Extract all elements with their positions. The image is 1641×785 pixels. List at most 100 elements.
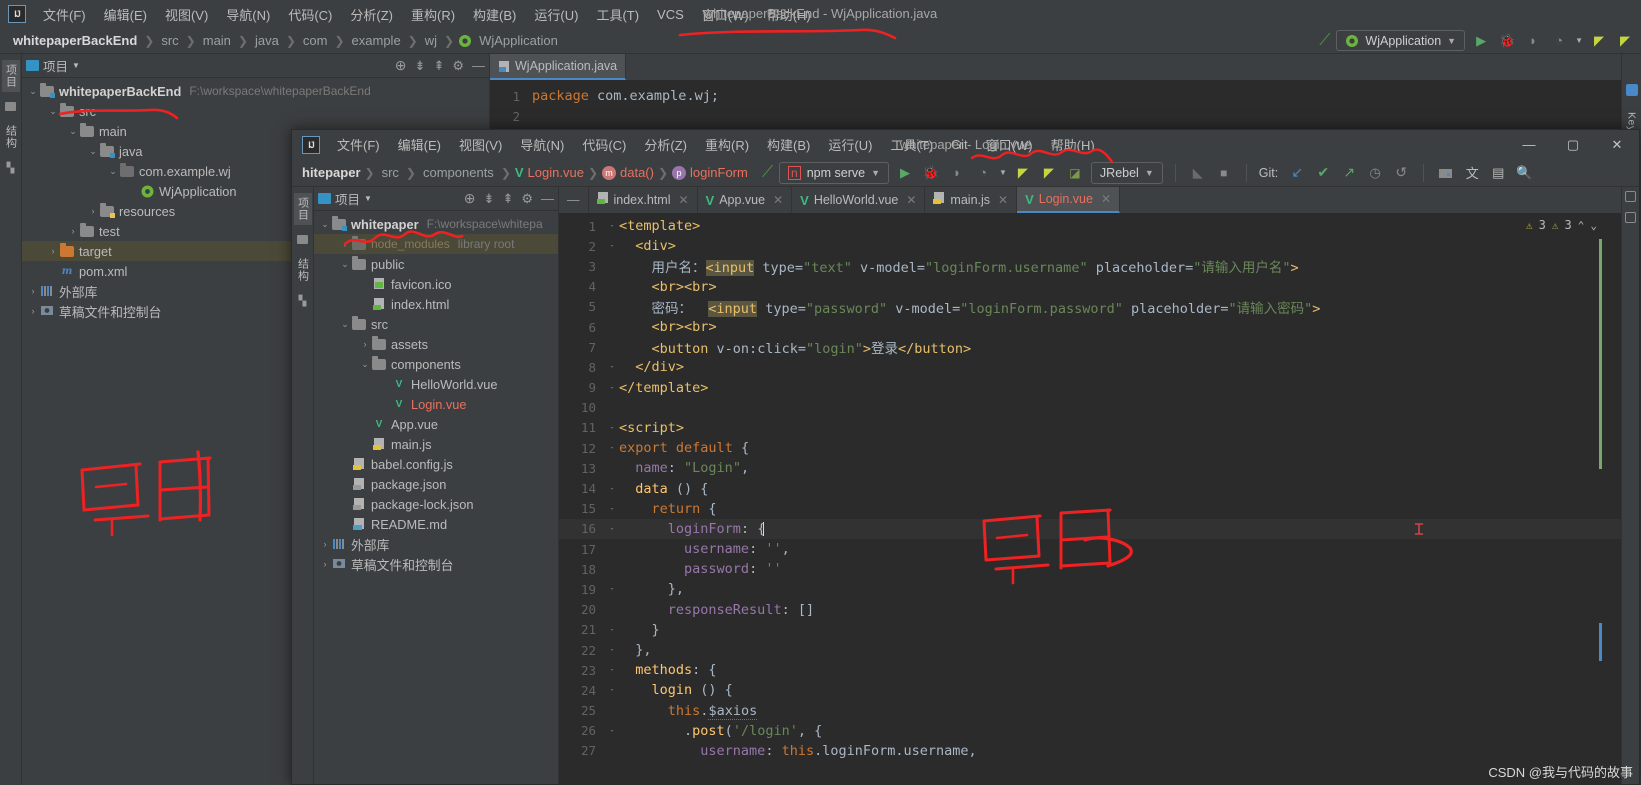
w2-menu-view[interactable]: 视图(V): [450, 132, 511, 157]
w2-menu-build[interactable]: 构建(B): [758, 132, 819, 157]
code-line[interactable]: 21- }: [559, 620, 1621, 640]
code-line[interactable]: 24- login () {: [559, 680, 1621, 700]
git-rollback-icon[interactable]: ↺: [1391, 163, 1411, 183]
code-fold-toggle[interactable]: -: [605, 504, 619, 514]
w2-tool-tab-structure[interactable]: 结构: [294, 254, 312, 286]
code-line[interactable]: 12- export default {: [559, 438, 1621, 458]
tree-node-src[interactable]: ⌄ src: [314, 314, 558, 334]
key-promoter-icon[interactable]: [1625, 84, 1638, 96]
code-line[interactable]: 26- .post('/login', {: [559, 721, 1621, 741]
chevron-down-icon[interactable]: ▼: [72, 61, 80, 70]
code-fold-toggle[interactable]: -: [605, 524, 619, 534]
hide-panel-icon[interactable]: —: [472, 58, 485, 73]
build-hammer-icon[interactable]: ⟋: [1319, 32, 1330, 50]
tree-expand-arrow[interactable]: ›: [26, 306, 40, 316]
tree-expand-arrow[interactable]: ›: [26, 286, 40, 296]
code-fold-toggle[interactable]: -: [605, 726, 619, 736]
editor-tab-login-vue[interactable]: V Login.vue ✕: [1017, 187, 1121, 213]
window2-project-tree[interactable]: ⌄ whitepaper F:\workspace\whitepa › node_mod…: [314, 211, 558, 784]
tree-expand-arrow[interactable]: ⌄: [338, 319, 352, 330]
gear-icon[interactable]: ⚙: [521, 191, 533, 207]
chevron-up-icon[interactable]: ⌃: [1578, 219, 1585, 232]
code-line[interactable]: 13 name: "Login",: [559, 458, 1621, 478]
menu-edit[interactable]: 编辑(E): [95, 2, 156, 27]
w2-menu-refactor[interactable]: 重构(R): [696, 132, 758, 157]
tree-expand-arrow[interactable]: ›: [318, 539, 332, 549]
settings-icon[interactable]: ▤: [1488, 163, 1508, 183]
maximize-button[interactable]: ▢: [1551, 130, 1595, 159]
profiler-icon[interactable]: ◔: [973, 163, 993, 183]
jrebel-debug-icon[interactable]: ◤: [1039, 163, 1059, 183]
tree-expand-arrow[interactable]: ›: [358, 419, 372, 429]
code-line[interactable]: 14- data () {: [559, 478, 1621, 498]
profiler-icon[interactable]: ◔: [1549, 31, 1569, 51]
tree-expand-arrow[interactable]: ›: [338, 519, 352, 529]
collapse-all-icon[interactable]: ⇞: [433, 58, 444, 74]
breadcrumb-com[interactable]: com: [300, 33, 331, 48]
editor-tab-index-html[interactable]: index.html ✕: [589, 187, 698, 213]
code-fold-toggle[interactable]: -: [605, 584, 619, 594]
w2-menu-file[interactable]: 文件(F): [328, 132, 389, 157]
code-line[interactable]: 17 username: '',: [559, 539, 1621, 559]
menu-navigate[interactable]: 导航(N): [217, 2, 279, 27]
code-fold-toggle[interactable]: -: [605, 685, 619, 695]
hide-tabs-button[interactable]: —: [559, 187, 589, 213]
tree-expand-arrow[interactable]: ⌄: [338, 259, 352, 270]
tree-expand-arrow[interactable]: ⌄: [358, 359, 372, 370]
tree-node-assets[interactable]: › assets: [314, 334, 558, 354]
code-line[interactable]: 16- loginForm: {: [559, 518, 1621, 539]
tree-expand-arrow[interactable]: ⌄: [66, 126, 80, 137]
menu-refactor[interactable]: 重构(R): [402, 2, 464, 27]
code-line[interactable]: 8- </div>: [559, 357, 1621, 377]
code-fold-toggle[interactable]: -: [605, 625, 619, 635]
jrebel-stop-icon[interactable]: ◪: [1065, 163, 1085, 183]
w2-tool-tab-project[interactable]: 项目: [293, 193, 312, 225]
tree-node-main-js[interactable]: › main.js: [314, 434, 558, 454]
run-button[interactable]: ▶: [1471, 31, 1491, 51]
code-line[interactable]: 18 password: '': [559, 559, 1621, 579]
tree-node-helloworld-vue[interactable]: ›V HelloWorld.vue: [314, 374, 558, 394]
tree-expand-arrow[interactable]: ⌄: [46, 106, 60, 117]
menu-analyze[interactable]: 分析(Z): [341, 2, 402, 27]
tree-expand-arrow[interactable]: ›: [358, 299, 372, 309]
close-button[interactable]: ✕: [1595, 130, 1639, 159]
modules-icon[interactable]: ▚: [7, 163, 15, 174]
tree-expand-arrow[interactable]: ›: [358, 279, 372, 289]
locate-target-icon[interactable]: ⊕: [464, 190, 476, 207]
chevron-down-icon[interactable]: ▼: [1575, 36, 1583, 45]
expand-all-icon[interactable]: ⇟: [415, 58, 426, 74]
code-line[interactable]: 5 密码： <input type="password" v-model="lo…: [559, 297, 1621, 317]
editor-tab-main-js[interactable]: main.js ✕: [925, 187, 1018, 213]
code-line[interactable]: 11- <script>: [559, 418, 1621, 438]
w2-menu-edit[interactable]: 编辑(E): [389, 132, 450, 157]
window2-editor-tabs[interactable]: — index.html ✕ V App.vue ✕ V HelloWorld.vue ✕ mai…: [559, 187, 1621, 213]
tree-expand-arrow[interactable]: ›: [338, 479, 352, 489]
close-tab-icon[interactable]: ✕: [906, 193, 916, 207]
code-line[interactable]: 22- },: [559, 640, 1621, 660]
search-icon[interactable]: 🔍: [1514, 163, 1534, 183]
code-line[interactable]: 9- </template>: [559, 378, 1621, 398]
close-tab-icon[interactable]: ✕: [773, 193, 783, 207]
collapse-all-icon[interactable]: ⇞: [502, 191, 513, 207]
menu-run[interactable]: 运行(U): [525, 2, 587, 27]
debug-bug-icon[interactable]: 🐞: [1497, 31, 1517, 51]
tree-node--[interactable]: › 草稿文件和控制台: [314, 554, 558, 574]
attach-debugger-icon[interactable]: ◣: [1188, 163, 1208, 183]
window2-code-area[interactable]: ⚠ 3 ⚠ 3 ⌃ ⌄ 1- <template> 2- <div> 3 用户名：<i…: [559, 213, 1621, 784]
w2-menu-run[interactable]: 运行(U): [819, 132, 881, 157]
code-line[interactable]: 7 <button v-on:click="login">登录</button>: [559, 337, 1621, 358]
menu-build[interactable]: 构建(B): [464, 2, 525, 27]
chevron-down-icon[interactable]: ▼: [999, 168, 1007, 177]
tree-expand-arrow[interactable]: ›: [358, 339, 372, 349]
hide-panel-icon[interactable]: —: [541, 191, 554, 206]
editor-tab-wjapplication[interactable]: WjApplication.java: [490, 54, 627, 80]
run-with-coverage-icon[interactable]: ◗: [1523, 31, 1543, 51]
git-push-icon[interactable]: ↗: [1339, 163, 1359, 183]
w2-menu-code[interactable]: 代码(C): [573, 132, 635, 157]
tree-node-package-json[interactable]: › package.json: [314, 474, 558, 494]
tree-node-babel-config-js[interactable]: › babel.config.js: [314, 454, 558, 474]
w2-menu-help[interactable]: 帮助(H): [1042, 132, 1104, 157]
jrebel-run-icon[interactable]: ◤: [1589, 31, 1609, 51]
code-line[interactable]: 19- },: [559, 579, 1621, 599]
minimize-button[interactable]: —: [1507, 130, 1551, 159]
